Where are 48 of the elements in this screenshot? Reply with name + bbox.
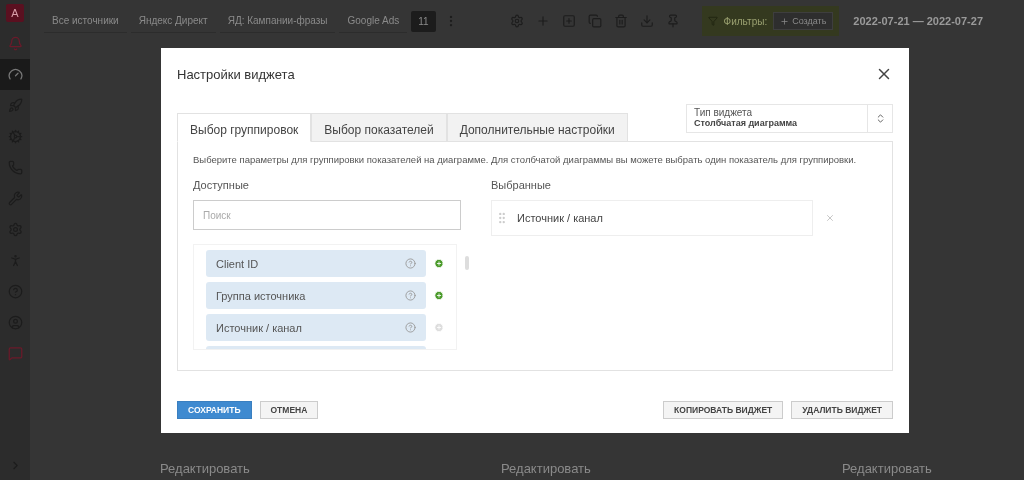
create-button[interactable]: Создать — [773, 12, 834, 30]
copy-icon[interactable] — [587, 14, 602, 28]
counter-badge[interactable]: 11 — [411, 10, 436, 32]
pin-icon[interactable] — [665, 14, 680, 28]
cancel-button[interactable]: ОТМЕНА — [259, 401, 319, 419]
source-tab[interactable]: Все источники — [44, 9, 127, 33]
column-title: Выбранные — [491, 179, 552, 191]
save-button[interactable]: СОХРАНИТЬ — [177, 401, 252, 419]
selected-item[interactable]: Источник / канал — [491, 200, 813, 236]
select-value: Столбчатая диаграмма — [694, 118, 799, 128]
copy-button[interactable]: КОПИРОВАТЬ ВИДЖЕТ — [663, 401, 784, 419]
tab[interactable]: Выбор группировок — [177, 113, 312, 142]
scrollbar-thumb[interactable] — [465, 256, 469, 270]
source-tab[interactable]: Яндекс Директ — [130, 9, 216, 33]
tab[interactable]: Выбор показателей — [311, 113, 447, 142]
source-tab[interactable]: Google Ads — [339, 9, 408, 33]
date-range[interactable]: 2022-07-21 — 2022-07-27 — [853, 15, 983, 27]
column-title: Доступные — [193, 179, 250, 191]
source-tab[interactable]: ЯД: Кампании-фразы — [219, 9, 336, 33]
edit-link[interactable]: Редактировать — [160, 461, 250, 476]
dialog-title: Настройки виджета — [177, 66, 295, 82]
help-icon[interactable] — [405, 258, 416, 269]
widget-type-select[interactable]: Тип виджета Столбчатая диаграмма — [686, 104, 893, 133]
help-icon[interactable] — [405, 322, 416, 333]
gauge-icon — [7, 67, 23, 82]
edit-link[interactable]: Редактировать — [501, 461, 591, 476]
select-label: Тип виджета — [694, 107, 754, 118]
bell-icon — [7, 36, 23, 51]
list-item[interactable]: Client ID — [206, 250, 426, 277]
search-field[interactable]: Поиск — [193, 200, 461, 230]
app-logo[interactable]: A — [6, 4, 24, 22]
plus-icon — [780, 16, 790, 26]
edit-link[interactable]: Редактировать — [842, 461, 932, 476]
hint-text: Выберите параметры для группировки показателей на диаграмме. Для столбчатой диаграммы вы можете выбрать один показатель для группировки. — [193, 154, 858, 165]
sidebar-item[interactable] — [0, 59, 30, 90]
delete-button[interactable]: УДАЛИТЬ ВИДЖЕТ — [791, 401, 893, 419]
remove-icon[interactable] — [825, 213, 835, 223]
item-label: Источник / канал — [517, 212, 603, 224]
filter-label: Фильтры: — [723, 15, 768, 27]
list-item[interactable]: Группа источника — [206, 282, 426, 309]
download-icon[interactable] — [639, 14, 654, 28]
add-icon[interactable] — [434, 290, 444, 301]
help-icon[interactable] — [405, 290, 416, 301]
settings-icon[interactable] — [509, 14, 524, 28]
add-icon[interactable] — [434, 258, 444, 269]
trash-icon[interactable] — [613, 14, 628, 28]
chat-icon — [7, 346, 23, 361]
tab[interactable]: Дополнительные настройки — [446, 113, 628, 142]
